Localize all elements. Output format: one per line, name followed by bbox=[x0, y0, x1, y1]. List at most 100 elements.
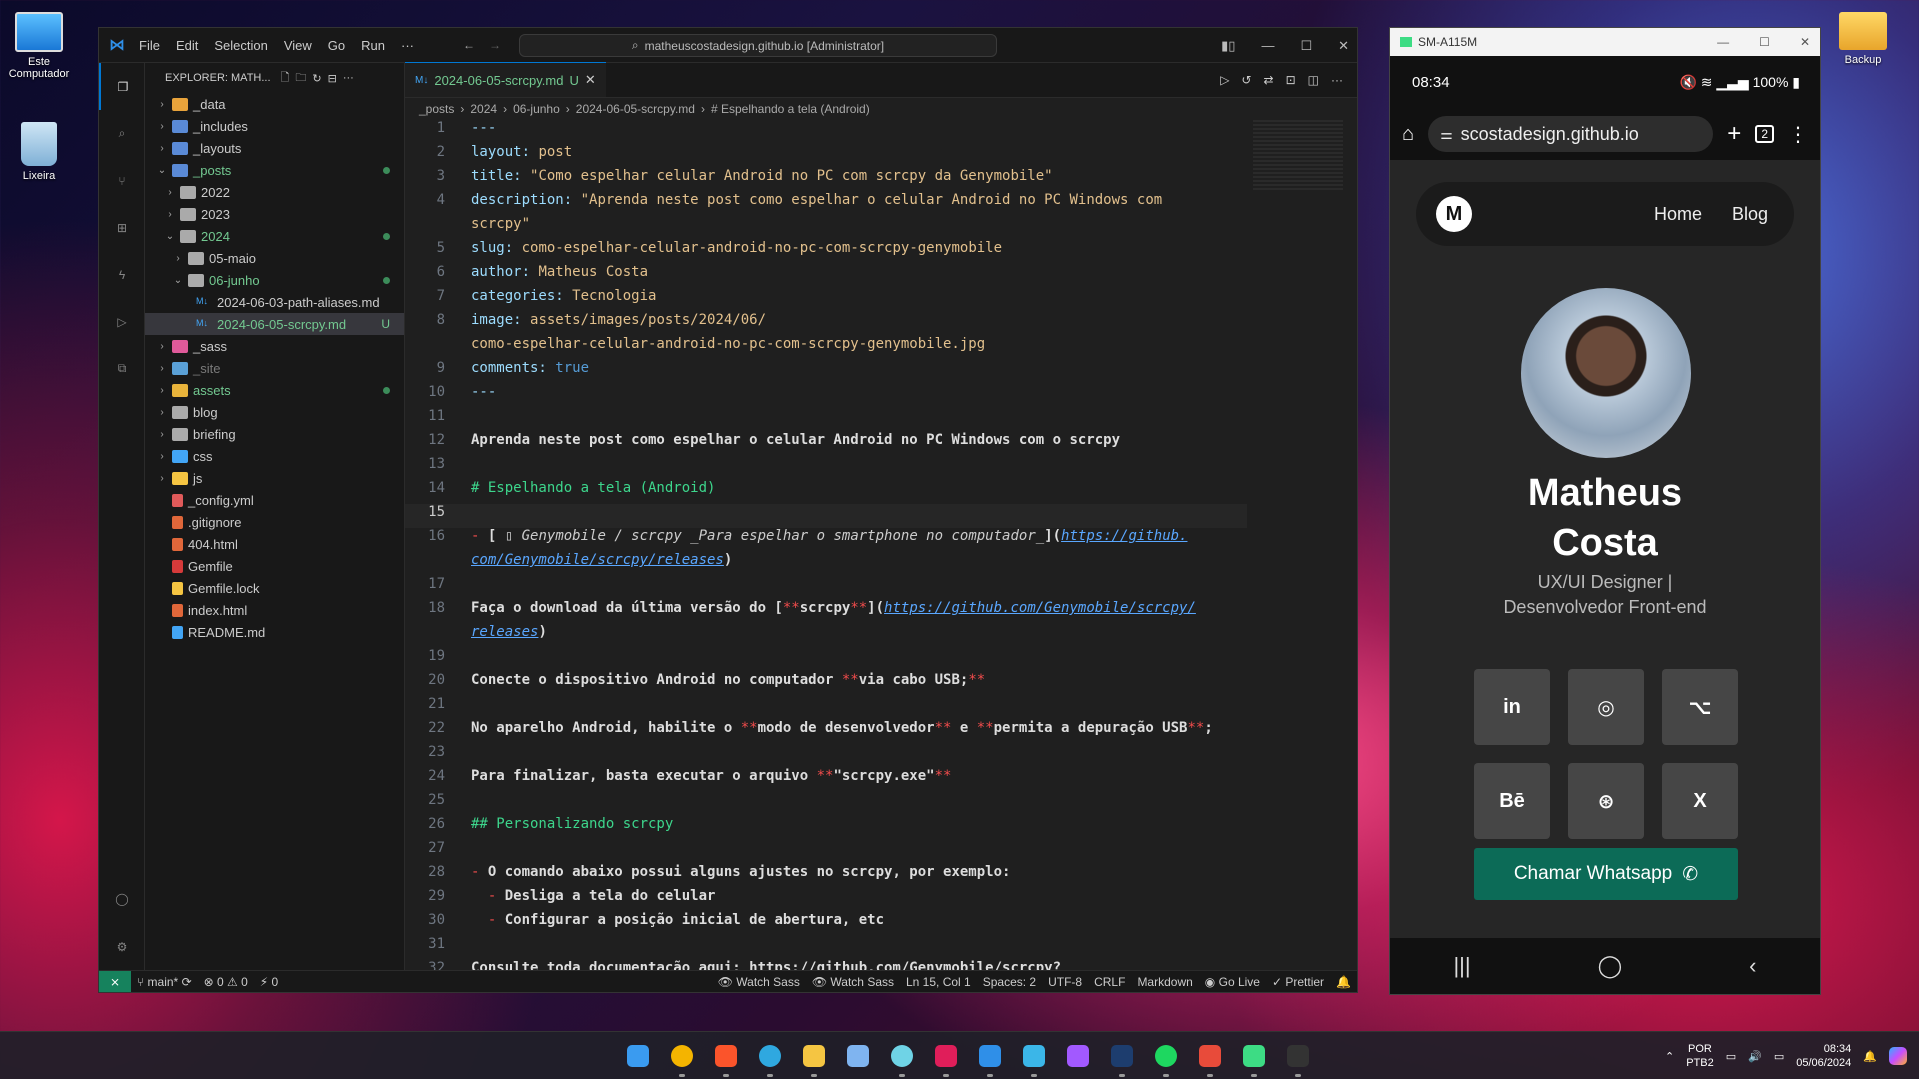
home-icon[interactable]: ⌂ bbox=[1402, 123, 1414, 146]
menu-go[interactable]: Go bbox=[320, 38, 353, 53]
remote-explorer-icon[interactable]: ⧉ bbox=[99, 345, 145, 392]
tree-folder[interactable]: › 2022 bbox=[145, 181, 404, 203]
nav-forward-icon[interactable]: → bbox=[489, 38, 501, 52]
code-line[interactable]: com/Genymobile/scrcpy/releases) bbox=[405, 552, 1247, 576]
code-line[interactable]: 17 bbox=[405, 576, 1247, 600]
tree-folder[interactable]: › _site bbox=[145, 357, 404, 379]
instagram-icon[interactable]: ◎ bbox=[1568, 669, 1644, 745]
clock[interactable]: 08:34 05/06/2024 bbox=[1796, 1042, 1851, 1070]
tree-file[interactable]: index.html bbox=[145, 599, 404, 621]
tree-folder[interactable]: › _sass bbox=[145, 335, 404, 357]
tree-folder[interactable]: › assets bbox=[145, 379, 404, 401]
battery-icon[interactable]: ▭ bbox=[1774, 1050, 1784, 1063]
indentation[interactable]: Spaces: 2 bbox=[977, 975, 1042, 989]
behance-icon[interactable]: Bē bbox=[1474, 763, 1550, 839]
account-icon[interactable]: ◯ bbox=[99, 875, 145, 922]
tree-folder[interactable]: ⌄ 06-junho bbox=[145, 269, 404, 291]
run-debug-icon[interactable]: ▷ bbox=[99, 298, 145, 345]
code-line[interactable]: 2 layout: post bbox=[405, 144, 1247, 168]
close-button[interactable]: ✕ bbox=[1338, 38, 1349, 54]
address-bar[interactable]: ⚌ scostadesign.github.io bbox=[1428, 116, 1714, 152]
github-icon[interactable]: ⌥ bbox=[1662, 669, 1738, 745]
tree-file[interactable]: Gemfile bbox=[145, 555, 404, 577]
code-line[interactable]: 25 bbox=[405, 792, 1247, 816]
desktop-icon-este-computador[interactable]: Este Computador bbox=[0, 12, 78, 80]
tree-folder[interactable]: › blog bbox=[145, 401, 404, 423]
code-line[interactable]: releases) bbox=[405, 624, 1247, 648]
linkedin-icon[interactable]: in bbox=[1474, 669, 1550, 745]
menu-file[interactable]: File bbox=[131, 38, 168, 53]
back-icon[interactable]: ‹ bbox=[1749, 953, 1756, 979]
nav-home[interactable]: Home bbox=[1654, 204, 1702, 225]
tree-file[interactable]: README.md bbox=[145, 621, 404, 643]
tree-file[interactable]: Gemfile.lock bbox=[145, 577, 404, 599]
code-line[interactable]: 6 author: Matheus Costa bbox=[405, 264, 1247, 288]
minimize-button[interactable]: — bbox=[1717, 35, 1729, 49]
prettier[interactable]: ✓ Prettier bbox=[1266, 975, 1330, 989]
dribbble-icon[interactable]: ⊛ bbox=[1568, 763, 1644, 839]
x-twitter-icon[interactable]: X bbox=[1662, 763, 1738, 839]
ports-indicator[interactable]: ⚡ 0 bbox=[254, 975, 284, 989]
menu-selection[interactable]: Selection bbox=[206, 38, 275, 53]
tree-file[interactable]: 404.html bbox=[145, 533, 404, 555]
notifications-bell-icon[interactable]: 🔔 bbox=[1330, 975, 1357, 989]
menu-edit[interactable]: Edit bbox=[168, 38, 206, 53]
volume-icon[interactable]: 🔊 bbox=[1748, 1050, 1762, 1063]
tree-folder[interactable]: › 2023 bbox=[145, 203, 404, 225]
breadcrumb-item[interactable]: 06-junho bbox=[513, 102, 560, 116]
new-file-icon[interactable]: 🗋 bbox=[281, 69, 290, 88]
tree-file[interactable]: _config.yml bbox=[145, 489, 404, 511]
taskbar-scrcpy-icon[interactable] bbox=[1012, 1032, 1056, 1079]
code-line[interactable]: 18 Faça o download da última versão do [*… bbox=[405, 600, 1247, 624]
taskbar-notepad-icon[interactable] bbox=[836, 1032, 880, 1079]
desktop-icon-backup[interactable]: Backup bbox=[1824, 12, 1902, 66]
code-line[interactable]: 7 categories: Tecnologia bbox=[405, 288, 1247, 312]
tree-folder[interactable]: ⌄ _posts bbox=[145, 159, 404, 181]
tree-folder[interactable]: › 05-maio bbox=[145, 247, 404, 269]
tree-folder[interactable]: › js bbox=[145, 467, 404, 489]
nav-back-icon[interactable]: ← bbox=[463, 38, 475, 52]
tree-folder[interactable]: › _layouts bbox=[145, 137, 404, 159]
remote-indicator-icon[interactable]: ⨯ bbox=[99, 970, 131, 992]
maximize-button[interactable]: ☐ bbox=[1300, 38, 1312, 54]
nav-blog[interactable]: Blog bbox=[1732, 204, 1768, 225]
line-endings[interactable]: CRLF bbox=[1088, 975, 1131, 989]
taskbar-todo-icon[interactable] bbox=[1188, 1032, 1232, 1079]
minimize-button[interactable]: — bbox=[1261, 38, 1274, 53]
tree-folder[interactable]: › css bbox=[145, 445, 404, 467]
code-line[interactable]: 31 bbox=[405, 936, 1247, 960]
breadcrumb-item[interactable]: _posts bbox=[419, 102, 454, 116]
go-live[interactable]: ◉ Go Live bbox=[1199, 975, 1266, 989]
split-editor-icon[interactable]: ◫ bbox=[1308, 73, 1319, 87]
layout-toggle-icon[interactable]: ▮▯ bbox=[1221, 38, 1235, 54]
code-line[interactable]: 21 bbox=[405, 696, 1247, 720]
site-logo[interactable]: M bbox=[1436, 196, 1472, 232]
taskbar-figma-icon[interactable] bbox=[1056, 1032, 1100, 1079]
language-mode[interactable]: Markdown bbox=[1131, 975, 1198, 989]
site-settings-icon[interactable]: ⚌ bbox=[1440, 126, 1453, 143]
code-editor[interactable]: 1 --- 2 layout: post 3 title: "Como espelhar … bbox=[405, 120, 1247, 970]
explorer-icon[interactable]: ❐ bbox=[99, 63, 145, 110]
taskbar-file-explorer-icon[interactable] bbox=[792, 1032, 836, 1079]
taskbar-spotify-icon[interactable] bbox=[1144, 1032, 1188, 1079]
code-line[interactable]: 4 description: "Aprenda neste post como e… bbox=[405, 192, 1247, 216]
code-line[interactable]: 23 bbox=[405, 744, 1247, 768]
code-line[interactable]: 11 bbox=[405, 408, 1247, 432]
menu-view[interactable]: View bbox=[276, 38, 320, 53]
tree-file[interactable]: M↓ 2024-06-05-scrcpy.md U bbox=[145, 313, 404, 335]
code-line[interactable]: 32 Consulte toda documentação aqui: https… bbox=[405, 960, 1247, 970]
taskbar-chat-icon[interactable] bbox=[880, 1032, 924, 1079]
extensions-icon[interactable]: ⊞ bbox=[99, 204, 145, 251]
language-indicator[interactable]: POR PTB2 bbox=[1686, 1042, 1714, 1070]
tree-folder[interactable]: › briefing bbox=[145, 423, 404, 445]
taskbar-brave-icon[interactable] bbox=[704, 1032, 748, 1079]
watch-sass-2[interactable]: 👁 Watch Sass bbox=[806, 975, 900, 989]
code-line[interactable]: 22 No aparelho Android, habilite o **modo… bbox=[405, 720, 1247, 744]
code-line[interactable]: 26 ## Personalizando scrcpy bbox=[405, 816, 1247, 840]
tree-folder[interactable]: › _includes bbox=[145, 115, 404, 137]
tray-overflow-icon[interactable]: ⌃ bbox=[1665, 1050, 1674, 1063]
code-line[interactable]: 16 - [ ▯ Genymobile / scrcpy _Para espelh… bbox=[405, 528, 1247, 552]
desktop-icon-lixeira[interactable]: Lixeira bbox=[0, 122, 78, 182]
notification-bell-icon[interactable]: 🔔 bbox=[1863, 1050, 1877, 1063]
code-line[interactable]: 5 slug: como-espelhar-celular-android-no-… bbox=[405, 240, 1247, 264]
